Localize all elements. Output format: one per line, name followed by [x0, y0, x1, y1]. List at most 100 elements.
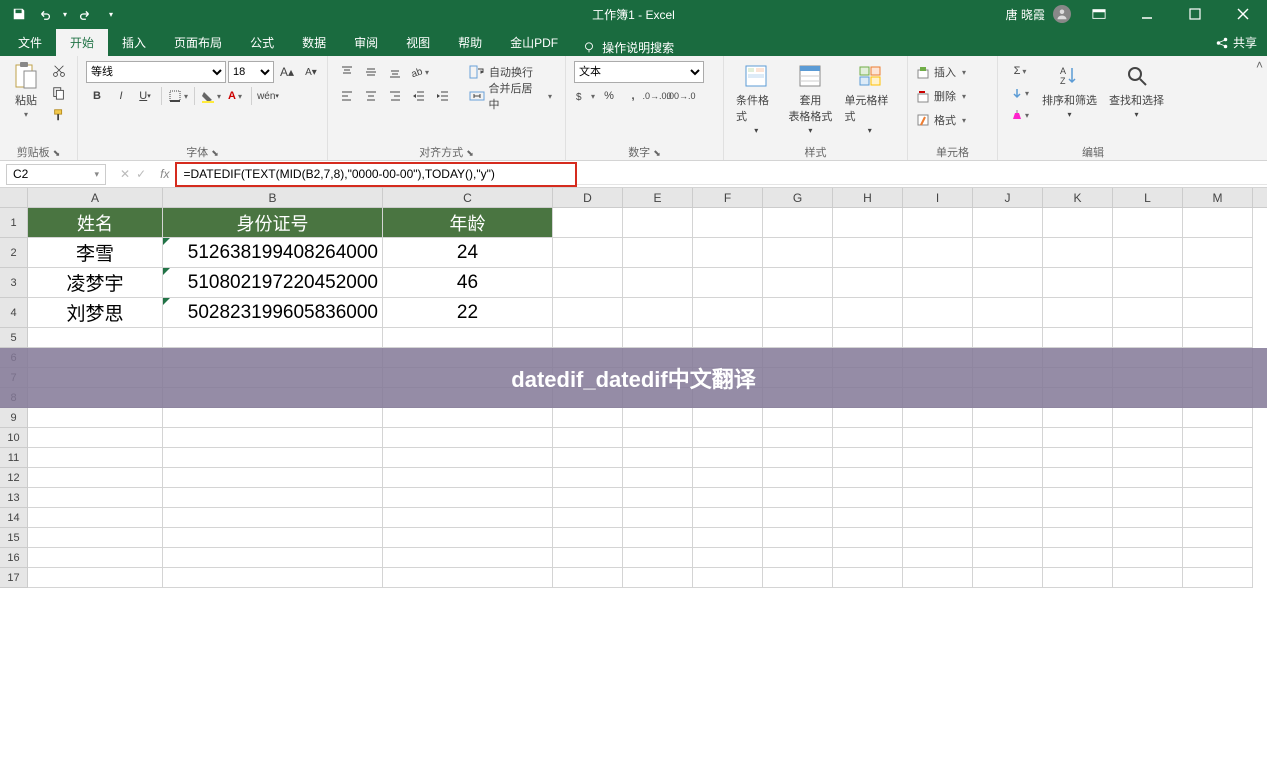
cell-A9[interactable] [28, 408, 163, 428]
cell-F10[interactable] [693, 428, 763, 448]
cell-C9[interactable] [383, 408, 553, 428]
cell-C11[interactable] [383, 448, 553, 468]
cell-C17[interactable] [383, 568, 553, 588]
column-header-M[interactable]: M [1183, 188, 1253, 207]
cell-D12[interactable] [553, 468, 623, 488]
cell-D2[interactable] [553, 238, 623, 268]
cell-B14[interactable] [163, 508, 383, 528]
orientation-button[interactable]: ab [408, 61, 430, 83]
cell-D4[interactable] [553, 298, 623, 328]
row-header-2[interactable]: 2 [0, 238, 28, 268]
cell-G1[interactable] [763, 208, 833, 238]
cell-J2[interactable] [973, 238, 1043, 268]
row-header-14[interactable]: 14 [0, 508, 28, 528]
cell-H16[interactable] [833, 548, 903, 568]
cell-L12[interactable] [1113, 468, 1183, 488]
cell-K17[interactable] [1043, 568, 1113, 588]
cell-M2[interactable] [1183, 238, 1253, 268]
cell-F5[interactable] [693, 328, 763, 348]
cell-F12[interactable] [693, 468, 763, 488]
formula-input[interactable]: =DATEDIF(TEXT(MID(B2,7,8),"0000-00-00"),… [175, 162, 577, 187]
increase-indent-button[interactable] [432, 85, 454, 107]
redo-button[interactable] [74, 3, 96, 25]
cell-B2[interactable]: 512638199408264000 [163, 238, 383, 268]
cell-A4[interactable]: 刘梦思 [28, 298, 163, 328]
cell-E11[interactable] [623, 448, 693, 468]
cell-J11[interactable] [973, 448, 1043, 468]
cell-E3[interactable] [623, 268, 693, 298]
increase-font-button[interactable]: A▴ [276, 61, 298, 83]
decrease-indent-button[interactable] [408, 85, 430, 107]
cell-C1[interactable]: 年龄 [383, 208, 553, 238]
column-header-L[interactable]: L [1113, 188, 1183, 207]
row-header-11[interactable]: 11 [0, 448, 28, 468]
cell-G15[interactable] [763, 528, 833, 548]
cell-H4[interactable] [833, 298, 903, 328]
cell-H9[interactable] [833, 408, 903, 428]
align-middle-button[interactable] [360, 61, 382, 83]
cell-G11[interactable] [763, 448, 833, 468]
cell-K3[interactable] [1043, 268, 1113, 298]
format-as-table-button[interactable]: 套用 表格格式▾ [784, 60, 836, 137]
cell-A17[interactable] [28, 568, 163, 588]
merge-center-button[interactable]: 合并后居中 [464, 84, 557, 108]
format-cells-button[interactable]: 格式 [916, 108, 966, 132]
maximize-button[interactable] [1175, 0, 1215, 28]
cell-M4[interactable] [1183, 298, 1253, 328]
cell-E1[interactable] [623, 208, 693, 238]
cell-A16[interactable] [28, 548, 163, 568]
cell-D9[interactable] [553, 408, 623, 428]
cell-L14[interactable] [1113, 508, 1183, 528]
cell-A10[interactable] [28, 428, 163, 448]
copy-button[interactable] [48, 82, 70, 104]
align-left-button[interactable] [336, 85, 358, 107]
autosum-button[interactable]: Σ [1006, 60, 1034, 82]
sort-filter-button[interactable]: AZ 排序和筛选▾ [1038, 60, 1101, 121]
cell-H12[interactable] [833, 468, 903, 488]
bold-button[interactable]: B [86, 85, 108, 107]
cell-G9[interactable] [763, 408, 833, 428]
cell-E10[interactable] [623, 428, 693, 448]
enter-formula-button[interactable]: ✓ [136, 167, 146, 181]
cell-L10[interactable] [1113, 428, 1183, 448]
cell-J9[interactable] [973, 408, 1043, 428]
tab-review[interactable]: 审阅 [340, 29, 392, 56]
cell-I16[interactable] [903, 548, 973, 568]
cell-L13[interactable] [1113, 488, 1183, 508]
decrease-decimal-button[interactable]: .00→.0 [670, 85, 692, 107]
cell-M1[interactable] [1183, 208, 1253, 238]
align-top-button[interactable] [336, 61, 358, 83]
increase-decimal-button[interactable]: .0→.00 [646, 85, 668, 107]
cell-E9[interactable] [623, 408, 693, 428]
format-painter-button[interactable] [48, 104, 70, 126]
cell-E12[interactable] [623, 468, 693, 488]
cell-D1[interactable] [553, 208, 623, 238]
cell-J1[interactable] [973, 208, 1043, 238]
row-header-17[interactable]: 17 [0, 568, 28, 588]
row-header-1[interactable]: 1 [0, 208, 28, 238]
cell-J12[interactable] [973, 468, 1043, 488]
find-select-button[interactable]: 查找和选择▾ [1105, 60, 1168, 121]
cell-G13[interactable] [763, 488, 833, 508]
cell-K15[interactable] [1043, 528, 1113, 548]
fx-icon[interactable]: fx [154, 167, 175, 181]
align-bottom-button[interactable] [384, 61, 406, 83]
cell-F16[interactable] [693, 548, 763, 568]
cell-B10[interactable] [163, 428, 383, 448]
column-header-A[interactable]: A [28, 188, 163, 207]
cell-A2[interactable]: 李雪 [28, 238, 163, 268]
cell-styles-button[interactable]: 单元格样式▾ [840, 60, 899, 137]
select-all-corner[interactable] [0, 188, 28, 207]
cell-J13[interactable] [973, 488, 1043, 508]
cell-I15[interactable] [903, 528, 973, 548]
font-size-combo[interactable]: 18 [228, 61, 274, 83]
cell-D14[interactable] [553, 508, 623, 528]
cell-C14[interactable] [383, 508, 553, 528]
row-header-15[interactable]: 15 [0, 528, 28, 548]
cell-C13[interactable] [383, 488, 553, 508]
cell-E4[interactable] [623, 298, 693, 328]
cell-J4[interactable] [973, 298, 1043, 328]
cell-I12[interactable] [903, 468, 973, 488]
cell-H14[interactable] [833, 508, 903, 528]
cell-K1[interactable] [1043, 208, 1113, 238]
